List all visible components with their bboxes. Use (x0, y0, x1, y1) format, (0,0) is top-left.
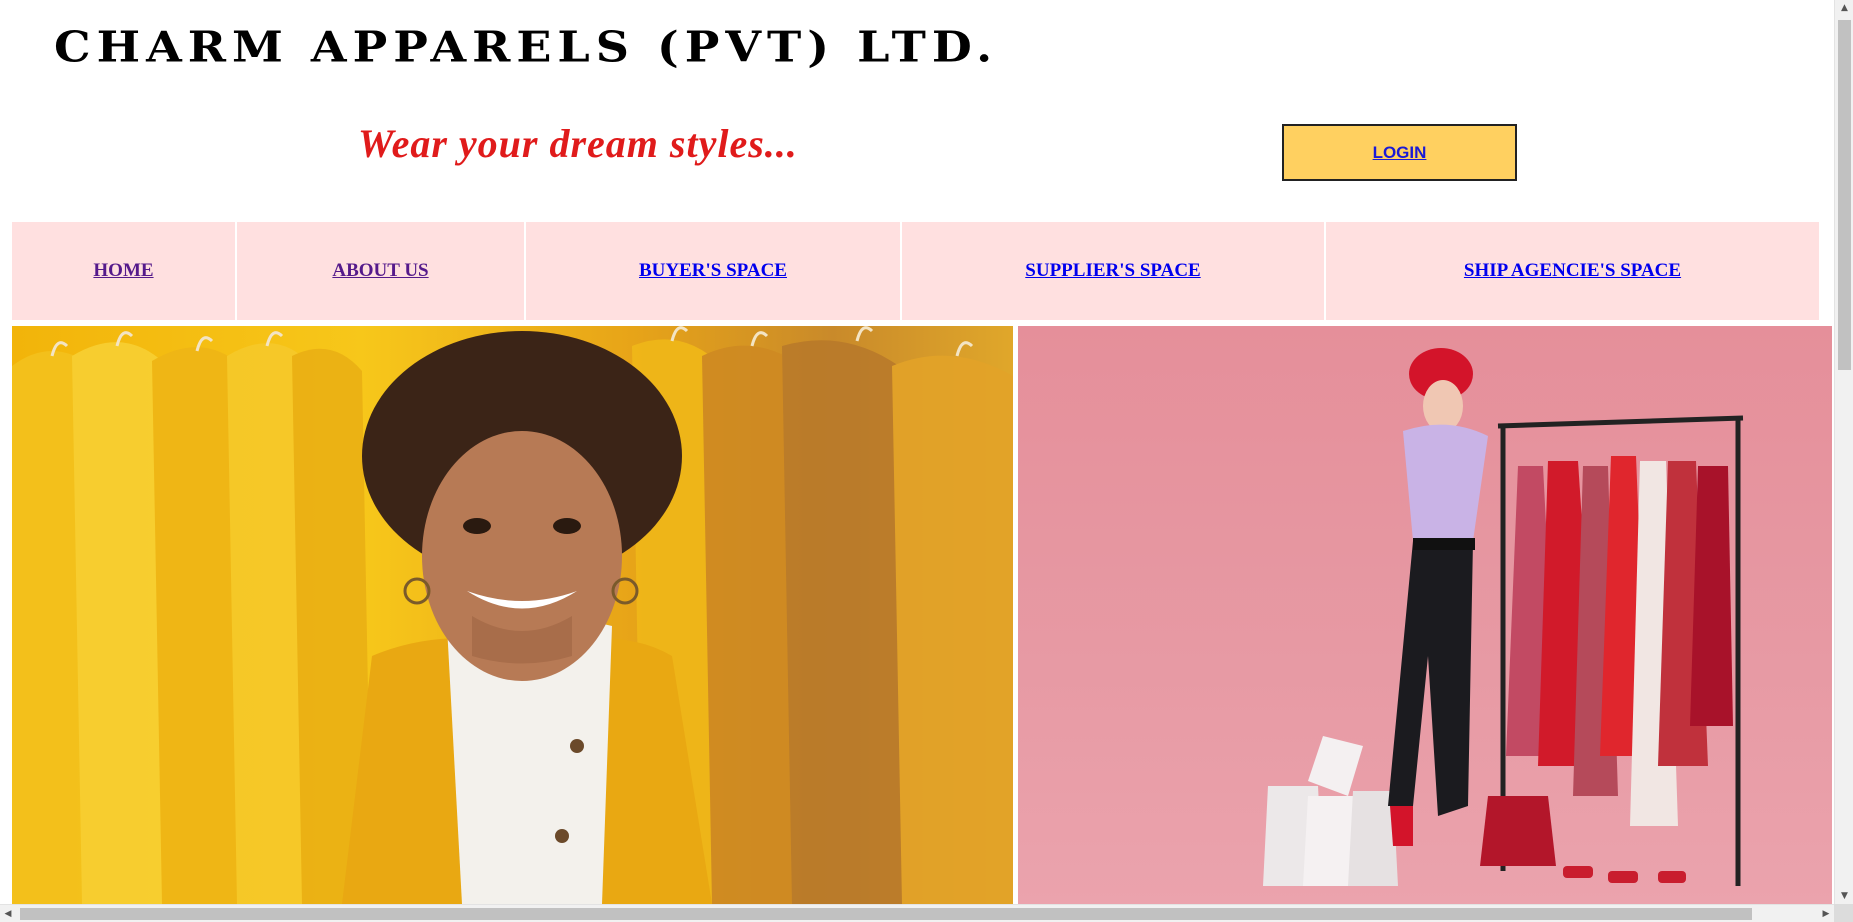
horizontal-scrollbar[interactable]: ◀ ▶ (0, 904, 1853, 922)
nav-ship-agencies-space[interactable]: SHIP AGENCIE'S SPACE (1326, 222, 1819, 320)
yellow-clothes-photo-illustration (12, 326, 1013, 904)
pink-shopping-photo-illustration (1263, 348, 1744, 886)
nav-home[interactable]: HOME (12, 222, 237, 320)
scrollbar-corner (1834, 904, 1853, 922)
nav-buyers-space[interactable]: BUYER'S SPACE (526, 222, 902, 320)
login-button[interactable]: LOGIN (1282, 124, 1517, 181)
tagline: Wear your dream styles... (358, 121, 798, 166)
hero-image-left (12, 326, 1013, 904)
scroll-down-arrow-icon[interactable]: ▼ (1835, 888, 1853, 904)
vertical-scrollbar[interactable]: ▲ ▼ (1834, 0, 1853, 904)
brand-title: CHARM APPARELS (PVT) LTD. (54, 22, 999, 72)
hero-image-right (1018, 326, 1832, 904)
scroll-up-arrow-icon[interactable]: ▲ (1835, 0, 1853, 16)
scroll-right-arrow-icon[interactable]: ▶ (1818, 905, 1834, 922)
nav-suppliers-space[interactable]: SUPPLIER'S SPACE (902, 222, 1326, 320)
horizontal-scroll-thumb[interactable] (20, 908, 1752, 920)
vertical-scroll-thumb[interactable] (1838, 20, 1851, 370)
nav-about-us[interactable]: ABOUT US (237, 222, 526, 320)
scroll-left-arrow-icon[interactable]: ◀ (0, 905, 16, 922)
page: CHARM APPARELS (PVT) LTD. Wear your drea… (0, 0, 1834, 904)
main-nav: HOME ABOUT US BUYER'S SPACE SUPPLIER'S S… (12, 222, 1819, 320)
